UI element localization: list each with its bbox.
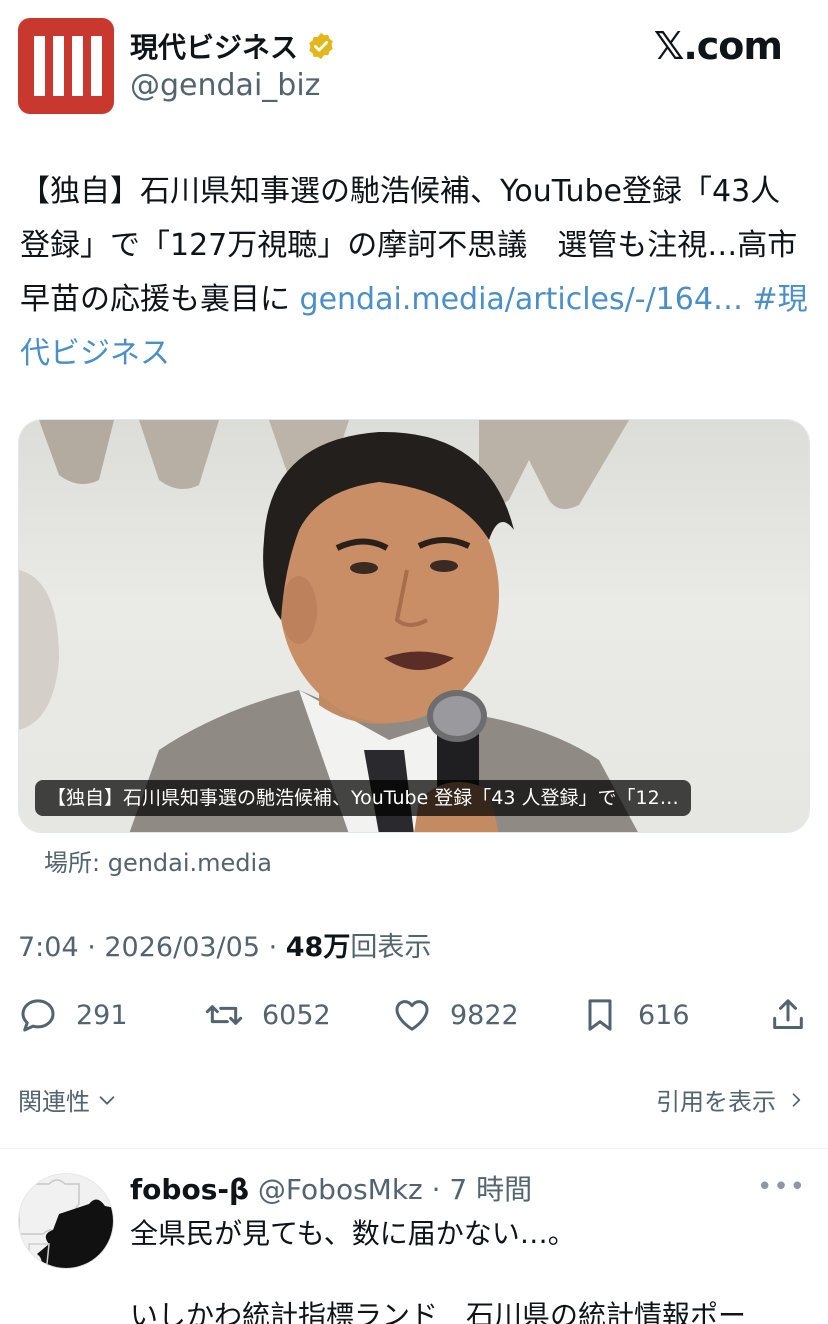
x-com-logo: 𝕏.com — [653, 24, 783, 68]
like-button[interactable]: 9822 — [392, 990, 519, 1040]
reply-count: 291 — [76, 999, 128, 1031]
card-domain[interactable]: 場所: gendai.media — [44, 843, 272, 878]
reply-text-continued: いしかわ統計指標ランド 石川県の統計情報ポー — [130, 1299, 747, 1324]
reply-display-name[interactable]: fobos-β — [130, 1173, 249, 1206]
view-quotes-link[interactable]: 引用を表示 — [656, 1082, 806, 1117]
chevron-right-icon — [792, 1092, 801, 1107]
logo-bar — [91, 36, 102, 96]
relevance-label: 関連性 — [18, 1088, 90, 1116]
view-quotes-label: 引用を表示 — [656, 1088, 776, 1116]
share-button[interactable] — [768, 990, 808, 1040]
like-count: 9822 — [450, 999, 519, 1031]
divider — [0, 1148, 828, 1149]
logo-bar — [72, 36, 83, 96]
tweet-header: 現代ビジネス @gendai_biz 𝕏.com — [0, 0, 828, 130]
link-card[interactable]: 【独自】石川県知事選の馳浩候補、YouTube 登録「43 人登録」で「12… — [18, 419, 810, 833]
verified-badge-icon — [309, 32, 333, 60]
article-photo — [19, 420, 809, 832]
reply-header: fobos-β @FobosMkz · 7 時間 — [130, 1168, 532, 1208]
heart-icon — [395, 1000, 429, 1031]
reply-icon — [21, 999, 55, 1032]
bookmark-count: 616 — [638, 999, 690, 1031]
handle[interactable]: @gendai_biz — [130, 68, 320, 103]
more-options-icon[interactable]: ••• — [757, 1172, 806, 1202]
reply-avatar[interactable] — [18, 1173, 114, 1269]
share-icon — [773, 999, 803, 1029]
card-caption: 【独自】石川県知事選の馳浩候補、YouTube 登録「43 人登録」で「12… — [35, 780, 691, 816]
repost-button[interactable]: 6052 — [204, 990, 331, 1040]
puzzle-avatar-image — [19, 1174, 113, 1268]
tweet-meta: 7:04 · 2026/03/05 · 48万回表示 — [18, 925, 431, 964]
reply-text: 全県民が見ても、数に届かない…。 — [130, 1217, 576, 1250]
view-count: 48万 — [285, 932, 351, 963]
logo-bar — [53, 36, 64, 96]
reply-button[interactable]: 291 — [18, 990, 128, 1040]
name-row: 現代ビジネス — [130, 26, 336, 66]
tweet-text: 【独自】石川県知事選の馳浩候補、YouTube登録「43人登録」で「127万視聴… — [20, 165, 810, 381]
chevron-down-icon — [99, 1095, 115, 1105]
logo-bar — [34, 36, 45, 96]
relevance-sort[interactable]: 関連性 — [18, 1082, 118, 1117]
bookmark-icon — [588, 999, 612, 1031]
gendai-logo-avatar[interactable] — [18, 18, 114, 114]
repost-icon — [205, 1005, 243, 1025]
man-with-microphone-image — [19, 420, 638, 832]
article-link[interactable]: gendai.media/articles/-/164… — [300, 282, 743, 317]
view-label: 回表示 — [350, 932, 432, 963]
timestamp[interactable]: 7:04 · 2026/03/05 · — [18, 932, 286, 963]
action-bar: 291 6052 9822 616 — [0, 990, 828, 1040]
reply-handle-time[interactable]: @FobosMkz · 7 時間 — [249, 1173, 532, 1206]
display-name[interactable]: 現代ビジネス — [130, 26, 298, 66]
bookmark-button[interactable]: 616 — [580, 990, 690, 1040]
repost-count: 6052 — [262, 999, 331, 1031]
